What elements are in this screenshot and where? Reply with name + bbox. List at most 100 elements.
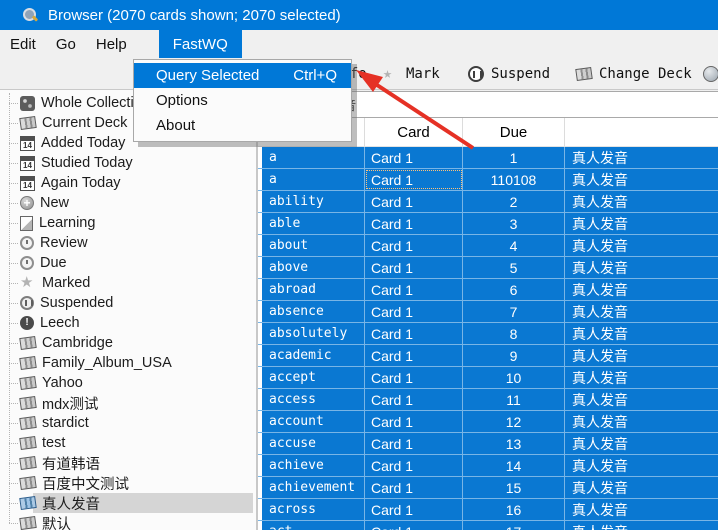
sidebar-item-review[interactable]: Review xyxy=(0,233,257,253)
cell[interactable]: 真人发音 xyxy=(565,257,718,278)
cell[interactable]: academic xyxy=(262,345,365,366)
cell[interactable]: 真人发音 xyxy=(565,169,718,190)
cell[interactable]: 真人发音 xyxy=(565,345,718,366)
cell[interactable]: 真人发音 xyxy=(565,521,718,530)
table-row[interactable]: accuseCard 113真人发音 xyxy=(258,433,718,455)
cell[interactable]: Card 1 xyxy=(365,455,463,476)
cell[interactable]: 16 xyxy=(463,499,565,520)
cell[interactable]: Card 1 xyxy=(365,521,463,530)
cell[interactable]: 真人发音 xyxy=(565,455,718,476)
toolbar-mark[interactable]: Mark xyxy=(383,58,440,89)
cell[interactable]: Card 1 xyxy=(365,169,463,190)
cell[interactable]: 真人发音 xyxy=(565,235,718,256)
cell[interactable]: 10 xyxy=(463,367,565,388)
cell[interactable]: 真人发音 xyxy=(565,191,718,212)
cell[interactable]: across xyxy=(262,499,365,520)
cell[interactable]: able xyxy=(262,213,365,234)
table-row[interactable]: aboveCard 15真人发音 xyxy=(258,257,718,279)
cell[interactable]: 真人发音 xyxy=(565,323,718,344)
cell[interactable]: 15 xyxy=(463,477,565,498)
table-row[interactable]: acrossCard 116真人发音 xyxy=(258,499,718,521)
column-header-card[interactable]: Card xyxy=(365,118,463,146)
cell[interactable]: absence xyxy=(262,301,365,322)
menu-item-options[interactable]: Options xyxy=(134,88,351,113)
sidebar-item-studied-today[interactable]: Studied Today xyxy=(0,153,257,173)
cell[interactable]: account xyxy=(262,411,365,432)
table-row[interactable]: aCard 1110108真人发音 xyxy=(258,169,718,191)
sidebar-item-leech[interactable]: Leech xyxy=(0,313,257,333)
cell[interactable]: Card 1 xyxy=(365,477,463,498)
cell[interactable]: 12 xyxy=(463,411,565,432)
sidebar-item-family-album-usa[interactable]: Family_Album_USA xyxy=(0,353,257,373)
table-row[interactable]: ableCard 13真人发音 xyxy=(258,213,718,235)
sidebar-item-new[interactable]: New xyxy=(0,193,257,213)
cell[interactable]: 真人发音 xyxy=(565,433,718,454)
sidebar-item-learning[interactable]: Learning xyxy=(0,213,257,233)
cell[interactable]: Card 1 xyxy=(365,323,463,344)
cell[interactable]: above xyxy=(262,257,365,278)
cell[interactable]: 真人发音 xyxy=(565,367,718,388)
sidebar-item-默认[interactable]: 默认 xyxy=(0,513,257,530)
cell[interactable]: Card 1 xyxy=(365,499,463,520)
cell[interactable]: Card 1 xyxy=(365,389,463,410)
cell[interactable]: 真人发音 xyxy=(565,477,718,498)
cell[interactable]: a xyxy=(262,147,365,168)
toolbar-suspend[interactable]: Suspend xyxy=(468,58,550,89)
menu-go[interactable]: Go xyxy=(46,30,86,58)
cell[interactable]: 真人发音 xyxy=(565,279,718,300)
cell[interactable]: absolutely xyxy=(262,323,365,344)
menu-item-query-selected[interactable]: Query SelectedCtrl+Q xyxy=(134,63,351,88)
menu-help[interactable]: Help xyxy=(86,30,137,58)
cell[interactable]: Card 1 xyxy=(365,191,463,212)
cell[interactable]: 真人发音 xyxy=(565,147,718,168)
table-row[interactable]: aboutCard 14真人发音 xyxy=(258,235,718,257)
cell[interactable]: 真人发音 xyxy=(565,499,718,520)
sidebar-item-有道韩语[interactable]: 有道韩语 xyxy=(0,453,257,473)
table-row[interactable]: accessCard 111真人发音 xyxy=(258,389,718,411)
toolbar-edge-item[interactable] xyxy=(703,58,718,89)
cell[interactable]: 8 xyxy=(463,323,565,344)
cell[interactable]: 1 xyxy=(463,147,565,168)
cell[interactable]: accuse xyxy=(262,433,365,454)
cell[interactable]: 4 xyxy=(463,235,565,256)
cell[interactable]: a xyxy=(262,169,365,190)
cell[interactable]: abroad xyxy=(262,279,365,300)
cell[interactable]: Card 1 xyxy=(365,147,463,168)
cell[interactable]: 17 xyxy=(463,521,565,530)
cell[interactable]: achievement xyxy=(262,477,365,498)
cell[interactable]: achieve xyxy=(262,455,365,476)
table-row[interactable]: abroadCard 16真人发音 xyxy=(258,279,718,301)
sidebar-item-again-today[interactable]: Again Today xyxy=(0,173,257,193)
cell[interactable]: accept xyxy=(262,367,365,388)
table-row[interactable]: abilityCard 12真人发音 xyxy=(258,191,718,213)
toolbar-change-deck[interactable]: Change Deck xyxy=(576,58,692,89)
cell[interactable]: 9 xyxy=(463,345,565,366)
cell[interactable]: 110108 xyxy=(463,169,565,190)
cell[interactable]: Card 1 xyxy=(365,257,463,278)
menu-item-about[interactable]: About xyxy=(134,113,351,138)
table-row[interactable]: actCard 117真人发音 xyxy=(258,521,718,530)
cell[interactable]: Card 1 xyxy=(365,367,463,388)
cell[interactable]: 真人发音 xyxy=(565,301,718,322)
cell[interactable]: 真人发音 xyxy=(565,389,718,410)
sidebar-item-cambridge[interactable]: Cambridge xyxy=(0,333,257,353)
table-row[interactable]: achieveCard 114真人发音 xyxy=(258,455,718,477)
cell[interactable]: 7 xyxy=(463,301,565,322)
cell[interactable]: 5 xyxy=(463,257,565,278)
column-header-due[interactable]: Due xyxy=(463,118,565,146)
cell[interactable]: 真人发音 xyxy=(565,411,718,432)
cell[interactable]: 6 xyxy=(463,279,565,300)
cell[interactable]: act xyxy=(262,521,365,530)
sidebar-item-stardict[interactable]: stardict xyxy=(0,413,257,433)
cell[interactable]: 13 xyxy=(463,433,565,454)
cell[interactable]: about xyxy=(262,235,365,256)
menu-fastwq[interactable]: FastWQ xyxy=(159,30,242,58)
cell[interactable]: Card 1 xyxy=(365,411,463,432)
cell[interactable]: 2 xyxy=(463,191,565,212)
table-row[interactable]: absenceCard 17真人发音 xyxy=(258,301,718,323)
menu-edit[interactable]: Edit xyxy=(0,30,46,58)
cell[interactable]: 真人发音 xyxy=(565,213,718,234)
table-row[interactable]: achievementCard 115真人发音 xyxy=(258,477,718,499)
cell[interactable]: Card 1 xyxy=(365,301,463,322)
cell[interactable]: Card 1 xyxy=(365,433,463,454)
